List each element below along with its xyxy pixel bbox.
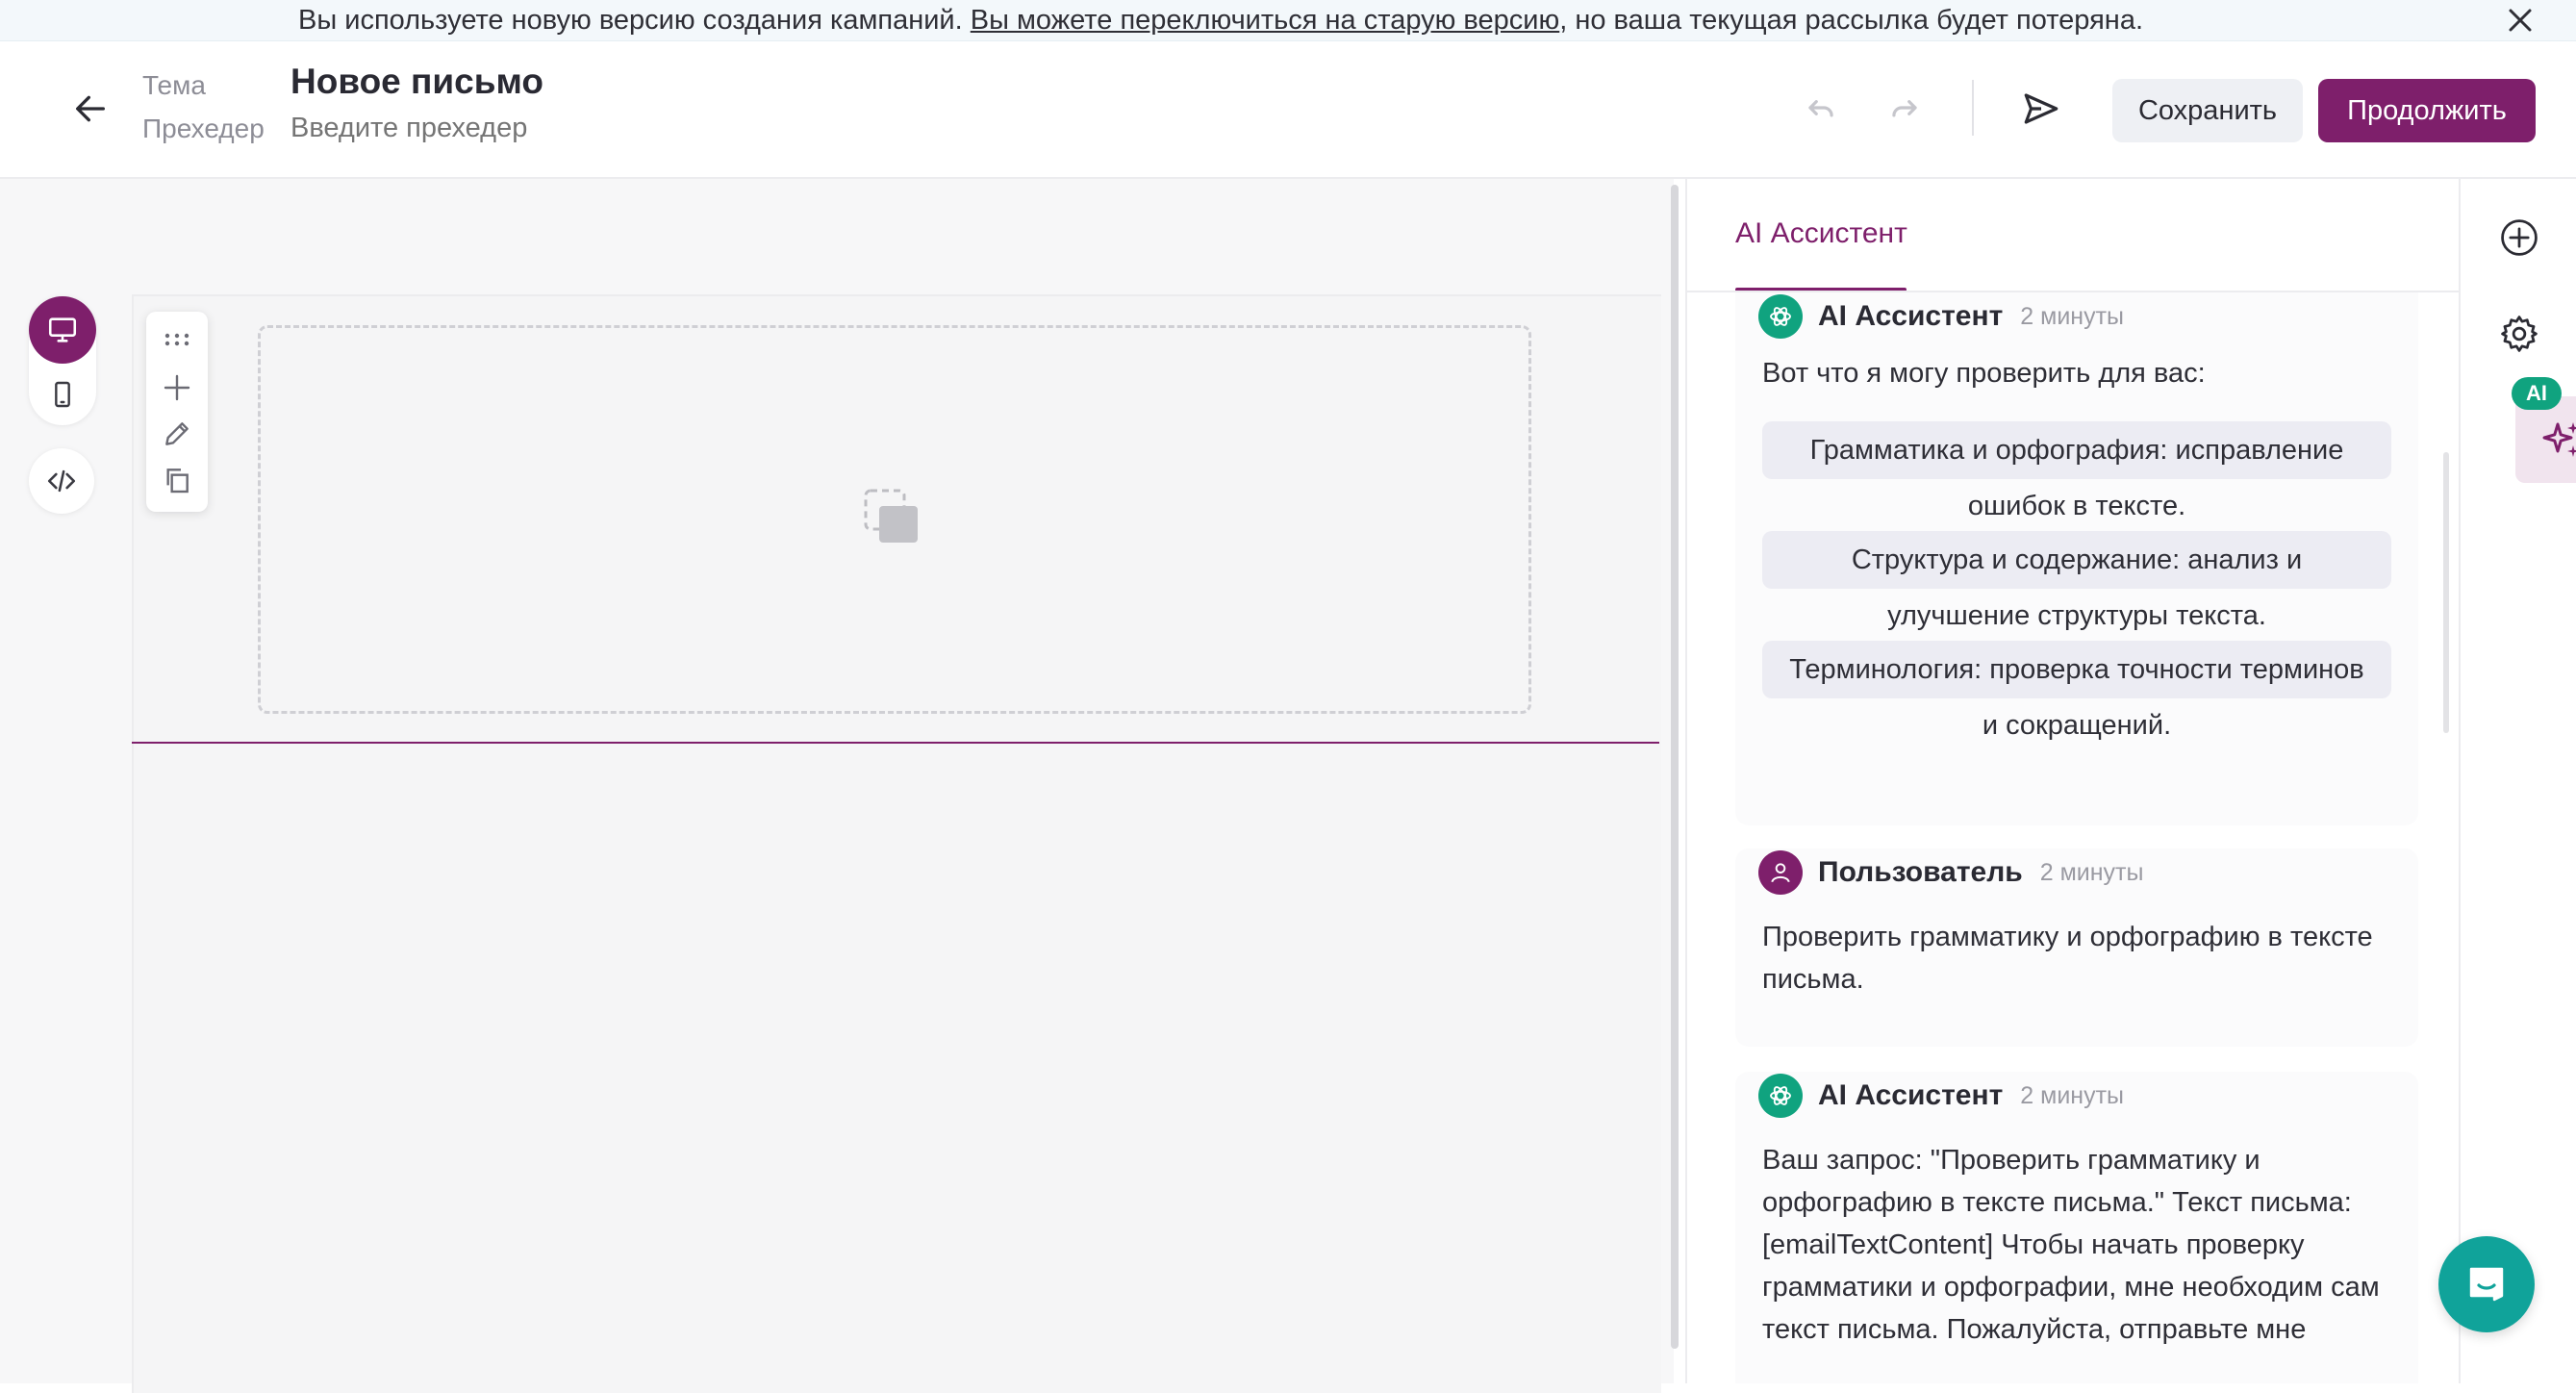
openai-icon (1758, 294, 1803, 339)
chat-messages: AI Ассистент 2 минуты Вот что я могу про… (1687, 292, 2461, 1383)
chat-message: AI Ассистент 2 минуты Вот что я могу про… (1735, 292, 2418, 825)
subject-title[interactable]: Новое письмо (290, 62, 543, 102)
banner-text-before: Вы используете новую версию создания кам… (298, 5, 971, 36)
suggestion-chip-line[interactable]: улучшение структуры текста. (1762, 587, 2391, 645)
back-arrow-icon (76, 95, 106, 122)
edit-block-button[interactable] (146, 412, 208, 456)
support-chat-button[interactable] (2438, 1236, 2535, 1332)
message-intro: Вот что я могу проверить для вас: (1762, 358, 2206, 389)
banner-text-after: , но ваша текущая рассылка будет потерян… (1559, 5, 2144, 36)
chat-message: Пользователь 2 минуты Проверить граммати… (1735, 848, 2418, 1047)
block-toolbar (146, 312, 208, 512)
redo-button[interactable] (1881, 84, 1929, 132)
ai-assistant-panel: AI Ассистент AI Ассистент 2 минуты Вот ч… (1685, 179, 2461, 1383)
html-code-button[interactable] (29, 448, 94, 514)
sparkles-icon (2542, 422, 2576, 457)
message-header: AI Ассистент 2 минуты (1758, 1072, 2124, 1120)
suggestion-chip-line[interactable]: Терминология: проверка точности терминов (1762, 641, 2391, 698)
message-author: AI Ассистент (1818, 300, 2004, 332)
message-time: 2 минуты (2020, 302, 2125, 330)
suggestion-chip-line[interactable]: Грамматика и орфография: исправление (1762, 421, 2391, 479)
user-icon (1758, 850, 1803, 895)
editor-header: Тема Прехедер Новое письмо Сохранить Про… (0, 41, 2576, 179)
suggestion-chip-line[interactable]: Структура и содержание: анализ и (1762, 531, 2391, 589)
switch-old-version-link[interactable]: Вы можете переключиться на старую версию (971, 5, 1559, 36)
openai-icon (1758, 1074, 1803, 1118)
drop-indicator-line (132, 742, 1659, 744)
header-divider (1972, 80, 1974, 136)
message-header: AI Ассистент 2 минуты (1758, 292, 2124, 341)
code-icon (47, 469, 76, 493)
ai-badge: AI (2512, 377, 2562, 410)
chat-icon (2469, 1267, 2504, 1302)
suggestion-chip-line[interactable]: ошибок в тексте. (1762, 477, 2391, 535)
undo-icon (1808, 100, 1833, 117)
mobile-icon (55, 381, 70, 408)
settings-button[interactable] (2461, 300, 2576, 367)
duplicate-block-button[interactable] (146, 458, 208, 502)
desktop-view-button[interactable] (29, 296, 96, 364)
preheader-label: Прехедер (142, 114, 265, 143)
canvas-scrollbar[interactable] (1671, 185, 1679, 1349)
desktop-icon (48, 317, 77, 342)
message-text: Проверить грамматику и орфографию в текс… (1762, 922, 2373, 995)
device-view-switch (29, 296, 96, 425)
add-element-button[interactable] (2461, 204, 2576, 271)
pencil-icon (165, 422, 189, 445)
right-rail (2459, 179, 2576, 1383)
subject-label: Тема (142, 70, 206, 100)
redo-icon (1892, 100, 1917, 117)
add-block-button[interactable] (146, 366, 208, 410)
undo-button[interactable] (1797, 84, 1845, 132)
add-circle-icon (2501, 219, 2538, 256)
message-author: Пользователь (1818, 856, 2023, 888)
mobile-view-button[interactable] (29, 364, 96, 425)
message-author: AI Ассистент (1818, 1079, 2004, 1111)
send-test-button[interactable] (2014, 82, 2068, 136)
message-header: Пользователь 2 минуты (1758, 848, 2143, 897)
drag-handle-icon (164, 333, 189, 346)
continue-button[interactable]: Продолжить (2318, 79, 2536, 142)
message-time: 2 минуты (2020, 1081, 2125, 1109)
close-icon (2509, 9, 2532, 32)
plus-icon (164, 374, 190, 401)
panel-scrollbar[interactable] (2443, 452, 2449, 733)
suggestion-chip-line[interactable]: и сокращений. (1762, 696, 2391, 754)
copy-icon (166, 469, 189, 494)
tab-ai-assistant[interactable]: AI Ассистент (1735, 217, 1907, 250)
preheader-input[interactable] (290, 113, 675, 144)
save-button[interactable]: Сохранить (2112, 79, 2303, 142)
banner-text: Вы используете новую версию создания кам… (298, 4, 2143, 37)
drag-handle[interactable] (146, 317, 208, 362)
back-button[interactable] (65, 84, 115, 134)
notice-banner: Вы используете новую версию создания кам… (0, 0, 2576, 41)
image-placeholder-icon (864, 489, 925, 550)
message-text: Ваш запрос: "Проверить грамматику и орфо… (1762, 1145, 2380, 1345)
gear-icon (2501, 316, 2538, 352)
message-time: 2 минуты (2039, 858, 2144, 886)
banner-close-button[interactable] (2499, 0, 2541, 40)
chat-message: AI Ассистент 2 минуты Ваш запрос: "Прове… (1735, 1072, 2418, 1383)
send-icon (2024, 93, 2058, 124)
